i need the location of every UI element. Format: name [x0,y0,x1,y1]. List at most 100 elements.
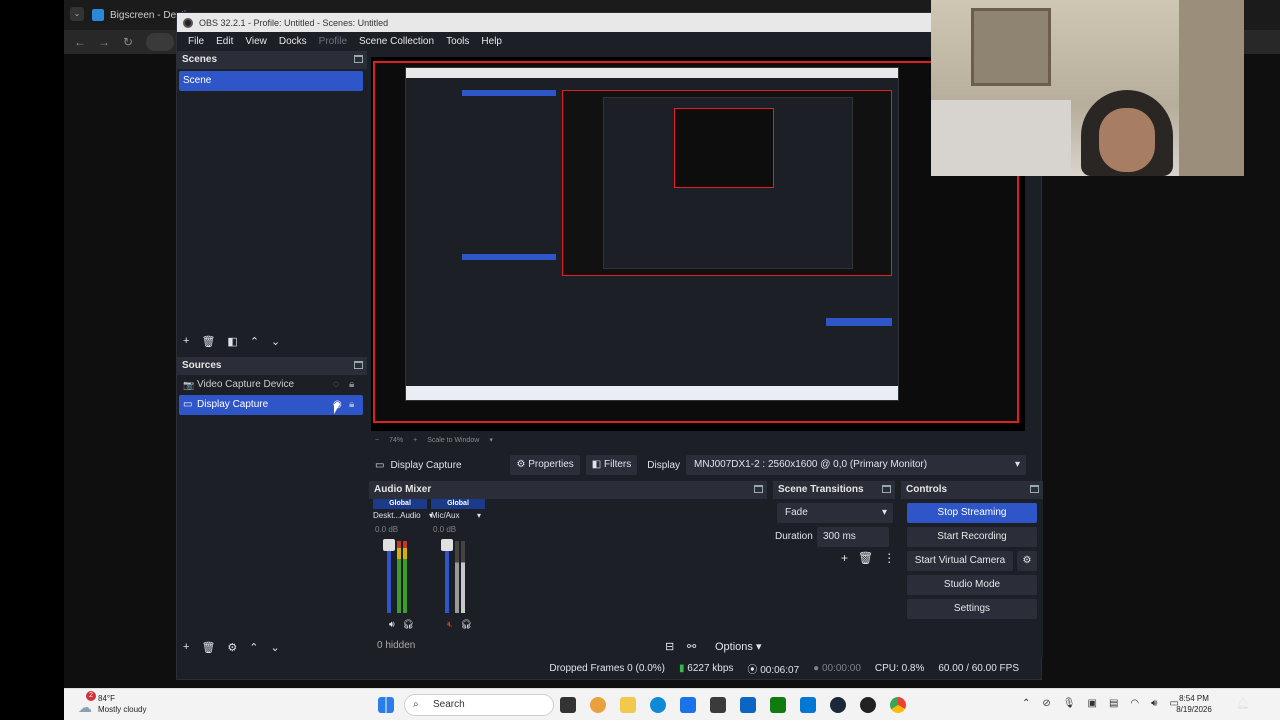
fader-handle[interactable] [383,539,395,551]
zoom-level: 74% [389,436,404,444]
visibility-hidden-icon[interactable]: ◌ [333,375,339,395]
task-view-icon[interactable] [560,697,576,713]
weather-widget[interactable]: ☁ 2 [78,691,98,715]
tray-app-icon[interactable]: ⊘ [1042,698,1050,709]
preview-area[interactable] [371,57,1025,431]
volume-meter-right [403,541,407,613]
xbox-icon[interactable] [770,697,786,713]
chevron-down-icon[interactable]: ▾ [489,436,493,444]
volume-fader[interactable] [445,541,449,613]
chevron-down-icon[interactable]: ▾ [477,511,481,520]
move-down-icon[interactable]: ⌄ [271,335,280,348]
copilot-icon[interactable] [590,697,606,713]
menu-profile[interactable]: Profile [313,36,353,47]
menu-tools[interactable]: Tools [440,36,475,47]
volume-fader[interactable] [387,541,391,613]
lock-icon[interactable]: 🔒︎ [349,395,354,415]
menu-docks[interactable]: Docks [273,36,313,47]
remove-scene-icon[interactable]: 🗑 [201,335,215,348]
add-source-icon[interactable]: + [183,641,189,653]
duration-input[interactable]: 300 ms [817,527,889,547]
add-scene-icon[interactable]: + [183,335,189,347]
volume-icon[interactable]: 🔊︎ [1151,698,1157,709]
monitor-headphones-icon[interactable]: 🎧︎ [461,619,472,630]
undock-icon[interactable] [882,485,891,493]
filters-button[interactable]: ◧ Filters [585,455,638,475]
taskbar-search[interactable]: ⌕ Search [404,694,554,716]
weather-text[interactable]: 84°F Mostly cloudy [98,693,146,715]
display-capture-preview[interactable] [373,61,1019,423]
more-options-icon[interactable]: ⋮ [883,551,895,565]
outlook-icon[interactable] [800,697,816,713]
nested-source-item [462,254,556,260]
mixer-options-button[interactable]: Options ▾ [715,640,762,653]
edge-icon[interactable] [650,697,666,713]
stop-streaming-button[interactable]: Stop Streaming [907,503,1037,523]
menu-file[interactable]: File [182,36,210,47]
forward-icon[interactable]: → [96,34,112,50]
menu-edit[interactable]: Edit [210,36,239,47]
hidden-count: 0 hidden [377,640,416,651]
menu-view[interactable]: View [239,36,273,47]
scene-filters-icon[interactable]: ◧ [227,335,237,348]
move-up-icon[interactable]: ⌃ [250,335,259,348]
wifi-icon[interactable]: ◠ [1130,698,1139,709]
tab-list-icon[interactable]: ⌄ [70,7,84,21]
undock-icon[interactable] [754,485,763,493]
undock-icon[interactable] [1030,485,1039,493]
add-transition-icon[interactable]: + [841,551,848,565]
tray-app-icon[interactable]: ▣ [1087,698,1096,709]
start-recording-button[interactable]: Start Recording [907,527,1037,547]
properties-button[interactable]: ⚙ Properties [510,455,580,475]
link-icon[interactable]: ⚯ [687,640,696,653]
microphone-icon[interactable]: 🎙︎ [1063,698,1076,709]
bigscreen-favicon-icon [92,9,104,21]
speaker-icon[interactable]: 🔊︎ [389,619,395,630]
virtual-camera-settings-gear-icon[interactable]: ⚙ [1017,551,1037,571]
undock-icon[interactable] [354,361,363,369]
transition-select[interactable]: Fade ▾ [777,503,893,523]
clock[interactable]: 8:54 PM 8/19/2026 [1164,693,1224,715]
mixer-channel-desktop: Global Deskt...Audio ▾ 0.0 dB 🔊︎ 🎧︎ [373,499,433,635]
windows-start-icon[interactable] [378,697,394,713]
obs-taskbar-icon[interactable] [860,697,876,713]
scene-item[interactable]: Scene [179,71,363,91]
vscode-icon[interactable] [740,697,756,713]
move-down-icon[interactable]: ⌄ [271,641,280,654]
store-icon[interactable] [680,697,696,713]
remove-transition-icon[interactable]: 🗑 [858,551,873,565]
zoom-in-icon[interactable]: + [413,437,417,444]
move-up-icon[interactable]: ⌃ [249,641,258,654]
unity-icon[interactable] [710,697,726,713]
notification-bell-icon[interactable]: 🔔︎ [1236,697,1250,711]
monitor-headphones-icon[interactable]: 🎧︎ [403,619,414,630]
source-item[interactable]: 📷 Video Capture Device ◌ 🔒︎ [179,375,363,395]
chevron-up-icon[interactable]: ⌃ [1022,698,1030,709]
menu-help[interactable]: Help [475,36,508,47]
lock-icon[interactable]: 🔒︎ [349,375,354,395]
fader-handle[interactable] [441,539,453,551]
steam-icon[interactable] [830,697,846,713]
studio-mode-button[interactable]: Studio Mode [907,575,1037,595]
file-explorer-icon[interactable] [620,697,636,713]
obs-title: OBS 32.2.1 - Profile: Untitled - Scenes:… [199,17,389,28]
transitions-body: Fade ▾ Duration 300 ms + 🗑 ⋮ [773,499,895,657]
tray-app-icon[interactable]: ▤ [1109,698,1118,709]
scale-mode[interactable]: Scale to Window [427,437,479,444]
remove-source-icon[interactable]: 🗑 [201,641,215,654]
start-virtual-camera-button[interactable]: Start Virtual Camera [907,551,1013,571]
volume-meter-right [461,541,465,613]
chrome-icon[interactable] [890,697,906,713]
reload-icon[interactable]: ↻ [120,34,136,50]
back-icon[interactable]: ← [72,34,88,50]
undock-icon[interactable] [354,55,363,63]
menu-scene-collection[interactable]: Scene Collection [353,36,440,47]
zoom-out-icon[interactable]: − [375,437,379,444]
source-settings-icon[interactable]: ⚙ [227,641,237,654]
channel-name[interactable]: Deskt...Audio [373,511,427,520]
muted-speaker-icon[interactable]: 🔇︎ [447,619,453,630]
site-info-icon[interactable] [146,33,174,51]
settings-button[interactable]: Settings [907,599,1037,619]
vertical-layout-icon[interactable]: ⊟ [665,640,674,653]
display-select[interactable]: MNJ007DX1-2 : 2560x1600 @ 0,0 (Primary M… [686,455,1027,475]
